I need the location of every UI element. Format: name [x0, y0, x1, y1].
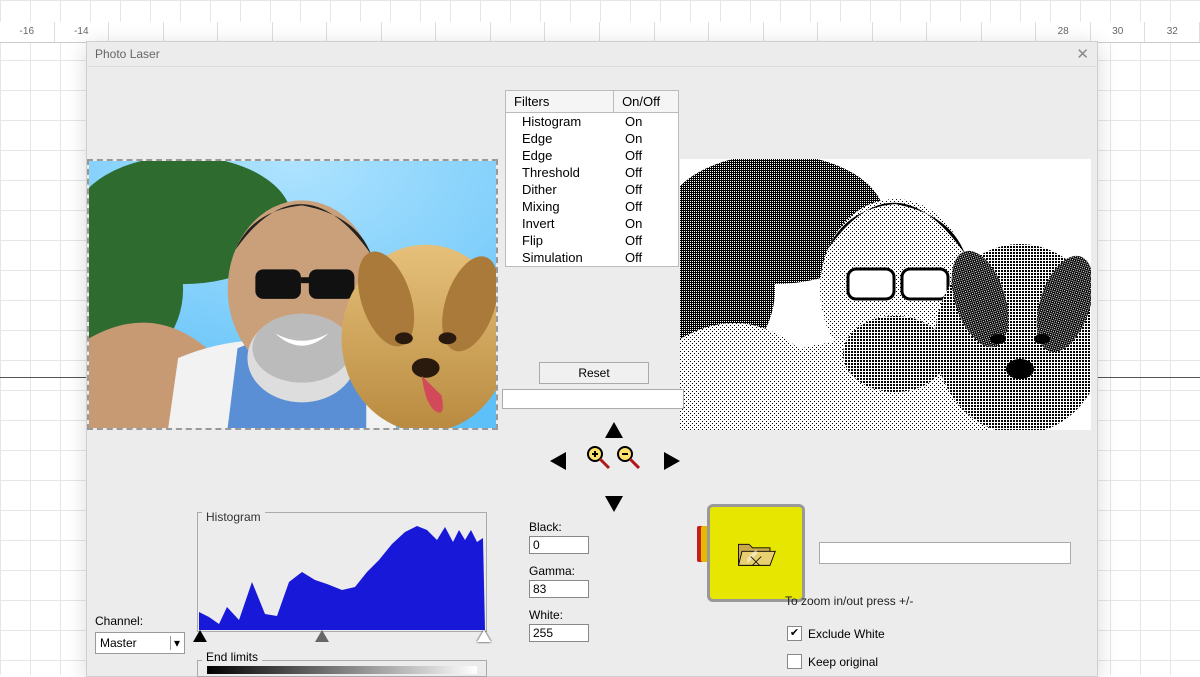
- filter-name: Edge: [506, 130, 617, 147]
- gamma-input[interactable]: [529, 580, 589, 598]
- filter-row[interactable]: HistogramOn: [506, 113, 678, 130]
- ruler-tick: [491, 22, 546, 42]
- ruler-tick: [545, 22, 600, 42]
- open-folder-button[interactable]: [707, 504, 805, 602]
- filter-name: Dither: [506, 181, 617, 198]
- channel-value: Master: [100, 636, 137, 650]
- checkbox-icon[interactable]: [787, 654, 802, 669]
- zoom-out-icon[interactable]: [615, 444, 641, 470]
- white-input[interactable]: [529, 624, 589, 642]
- arrow-up-icon[interactable]: [605, 422, 623, 438]
- ruler-tick: -14: [55, 22, 110, 42]
- folder-open-icon: [735, 535, 777, 571]
- ruler-tick: [109, 22, 164, 42]
- status-field: [502, 389, 684, 409]
- ruler-tick: [600, 22, 655, 42]
- end-limits-panel: End limits: [197, 652, 487, 677]
- arrow-down-icon[interactable]: [605, 496, 623, 512]
- filter-name: Simulation: [506, 249, 617, 266]
- ruler-tick: [436, 22, 491, 42]
- filters-table[interactable]: Filters On/Off HistogramOn EdgeOn EdgeOf…: [505, 90, 679, 267]
- ruler-tick: [709, 22, 764, 42]
- black-label: Black:: [529, 520, 649, 534]
- reset-button[interactable]: Reset: [539, 362, 649, 384]
- filter-state: Off: [617, 181, 675, 198]
- end-limits-gradient[interactable]: [207, 666, 477, 674]
- ruler-tick: [764, 22, 819, 42]
- filters-header-name: Filters: [506, 91, 614, 112]
- ruler-tick: [218, 22, 273, 42]
- arrow-right-icon[interactable]: [664, 452, 680, 470]
- end-limits-label: End limits: [202, 650, 262, 664]
- processed-image-preview[interactable]: [680, 159, 1091, 430]
- filter-state: Off: [617, 198, 675, 215]
- window-title: Photo Laser: [95, 47, 160, 61]
- filter-state: Off: [617, 249, 675, 266]
- filter-name: Threshold: [506, 164, 617, 181]
- arrow-left-icon[interactable]: [550, 452, 566, 470]
- filter-row[interactable]: MixingOff: [506, 198, 678, 215]
- filter-row[interactable]: DitherOff: [506, 181, 678, 198]
- ruler-tick: 32: [1145, 22, 1200, 42]
- histogram-slider[interactable]: [197, 630, 487, 646]
- filter-name: Invert: [506, 215, 617, 232]
- filter-row[interactable]: FlipOff: [506, 232, 678, 249]
- checkbox-icon[interactable]: ✔: [787, 626, 802, 641]
- black-input[interactable]: [529, 536, 589, 554]
- titlebar[interactable]: Photo Laser ✕: [87, 42, 1097, 67]
- gamma-label: Gamma:: [529, 564, 649, 578]
- filter-state: On: [617, 215, 675, 232]
- navigation-pad: [515, 422, 715, 512]
- filter-name: Edge: [506, 147, 617, 164]
- keep-original-label: Keep original: [808, 655, 878, 669]
- filter-name: Mixing: [506, 198, 617, 215]
- filter-row[interactable]: ThresholdOff: [506, 164, 678, 181]
- chevron-down-icon: ▾: [170, 636, 180, 650]
- filter-state: Off: [617, 147, 675, 164]
- ruler-tick: [982, 22, 1037, 42]
- photo-laser-dialog: Photo Laser ✕ Filters On/Off HistogramOn…: [86, 41, 1098, 677]
- ruler-tick: [927, 22, 982, 42]
- ruler-tick: [818, 22, 873, 42]
- filter-state: Off: [617, 232, 675, 249]
- channel-label: Channel:: [95, 614, 143, 628]
- path-input[interactable]: [819, 542, 1071, 564]
- ruler-tick: 28: [1036, 22, 1091, 42]
- ruler-tick: [873, 22, 928, 42]
- gamma-handle[interactable]: [315, 630, 329, 642]
- filter-name: Flip: [506, 232, 617, 249]
- filter-row[interactable]: EdgeOff: [506, 147, 678, 164]
- zoom-hint: To zoom in/out press +/-: [785, 594, 913, 608]
- ruler-horizontal: -16 -14 28 30 32: [0, 22, 1200, 43]
- filters-header-state: On/Off: [614, 91, 678, 112]
- exclude-white-label: Exclude White: [808, 627, 885, 641]
- white-point-handle[interactable]: [477, 630, 491, 642]
- ruler-tick: [164, 22, 219, 42]
- level-inputs: Black: Gamma: White:: [529, 520, 649, 652]
- zoom-in-icon[interactable]: [585, 444, 611, 470]
- ruler-tick: -16: [0, 22, 55, 42]
- ruler-tick: [382, 22, 437, 42]
- filter-row[interactable]: InvertOn: [506, 215, 678, 232]
- histogram-panel: Histogram: [197, 512, 487, 632]
- white-label: White:: [529, 608, 649, 622]
- keep-original-option[interactable]: Keep original: [787, 654, 878, 669]
- ruler-tick: [655, 22, 710, 42]
- close-icon[interactable]: ✕: [1076, 45, 1089, 63]
- ruler-tick: 30: [1091, 22, 1146, 42]
- exclude-white-option[interactable]: ✔ Exclude White: [787, 626, 885, 641]
- filter-state: On: [617, 130, 675, 147]
- ruler-tick: [327, 22, 382, 42]
- black-point-handle[interactable]: [193, 630, 207, 642]
- source-image-preview[interactable]: [87, 159, 498, 430]
- filter-state: On: [617, 113, 675, 130]
- ruler-tick: [273, 22, 328, 42]
- filter-state: Off: [617, 164, 675, 181]
- filter-row[interactable]: EdgeOn: [506, 130, 678, 147]
- filter-row[interactable]: SimulationOff: [506, 249, 678, 266]
- channel-select[interactable]: Master ▾: [95, 632, 185, 654]
- filter-name: Histogram: [506, 113, 617, 130]
